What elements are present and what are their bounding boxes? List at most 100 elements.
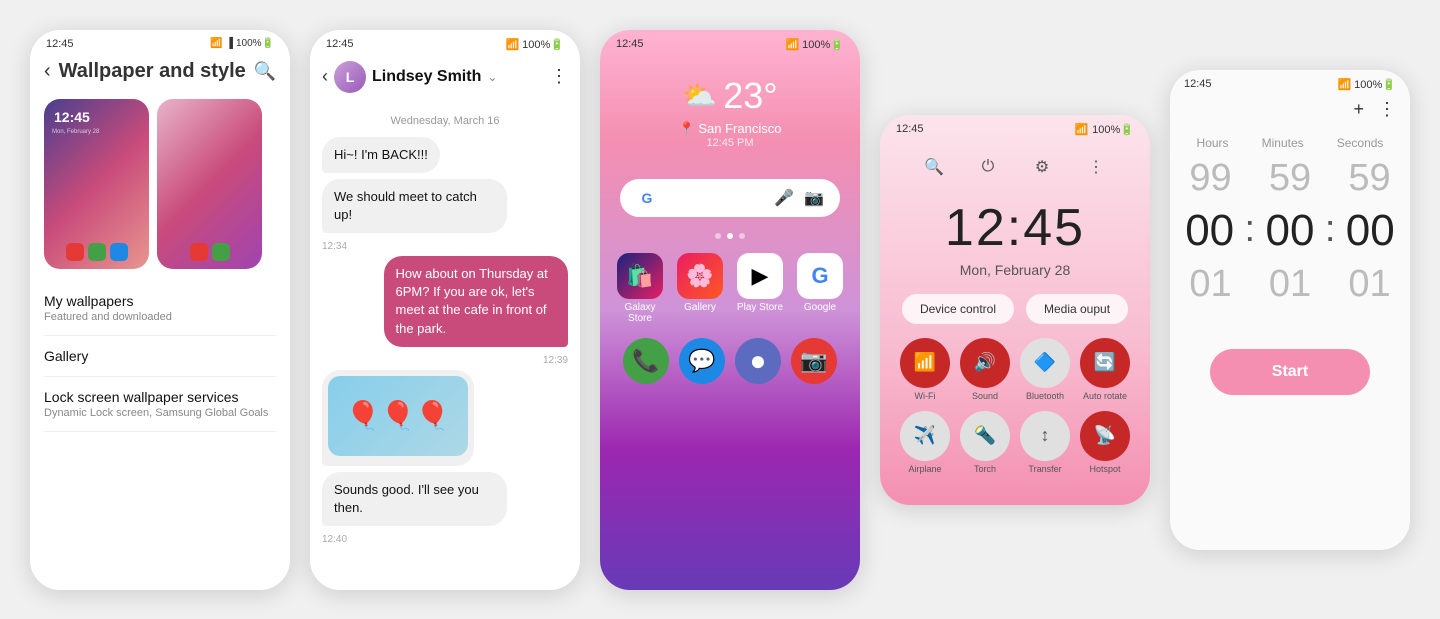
messages-screen: 12:45 📶 100%🔋 ‹ L Lindsey Smith ⌄ ⋮ Wedn…: [310, 30, 580, 590]
wifi-3-icon: 📶: [785, 38, 799, 51]
weather-city: 📍 San Francisco: [679, 121, 782, 137]
preview-icons-right: [190, 243, 230, 261]
lens-icon[interactable]: 📷: [804, 188, 824, 208]
battery-4: 100%🔋: [1092, 123, 1134, 136]
toggle-bluetooth[interactable]: 🔷 Bluetooth: [1020, 338, 1070, 401]
lock-date: Mon, February 28: [960, 262, 1071, 278]
menu-my-wallpapers[interactable]: My wallpapers Featured and downloaded: [44, 281, 276, 336]
wifi-4-icon: 📶: [1074, 123, 1088, 136]
quick-power-icon[interactable]: ⏻: [973, 152, 1003, 182]
search-icon[interactable]: 🔍: [254, 61, 276, 82]
timer-current-row: 00 : 00 : 00: [1170, 203, 1410, 259]
menu-gallery[interactable]: Gallery: [44, 336, 276, 377]
app-galaxy-store[interactable]: 🛍️ Galaxy Store: [615, 253, 665, 324]
back-arrow-icon[interactable]: ‹: [44, 60, 51, 83]
timer-bottom-row: 01 01 01: [1170, 260, 1410, 310]
home-bg: 12:45 📶 100%🔋 ⛅ 23° 📍 San Francisco 12:4…: [600, 30, 860, 590]
quick-more-icon[interactable]: ⋮: [1081, 152, 1111, 182]
app-dot-green: [88, 243, 106, 261]
wallpaper-style-screen: 12:45 📶 ▐ 100%🔋 ‹ Wallpaper and style 🔍 …: [30, 30, 290, 590]
google-icon: G: [797, 253, 843, 299]
battery-5: 100%🔋: [1354, 78, 1396, 91]
msg-1-bubble: Hi~! I'm BACK!!!: [322, 137, 440, 173]
msg-3-time: 12:39: [322, 355, 568, 366]
minutes-top: 59: [1269, 158, 1311, 200]
status-icons-3: 📶 100%🔋: [785, 38, 844, 51]
toggle-torch[interactable]: 🔦 Torch: [960, 411, 1010, 474]
minutes-current: 00: [1265, 207, 1314, 255]
google-label: Google: [804, 302, 836, 313]
more-icon-5[interactable]: ⋮: [1378, 99, 1396, 120]
my-wallpapers-sub: Featured and downloaded: [44, 311, 276, 323]
contact-avatar: L: [334, 61, 366, 93]
home-screen: 12:45 📶 100%🔋 ⛅ 23° 📍 San Francisco 12:4…: [600, 30, 860, 590]
quick-toggles-row1: 📶 Wi-Fi 🔊 Sound 🔷 Bluetooth 🔄 Auto rotat…: [900, 338, 1130, 401]
app-google[interactable]: G Google: [795, 253, 845, 324]
google-search-bar[interactable]: G 🎤 📷: [620, 179, 840, 217]
app-dot-red: [66, 243, 84, 261]
msg-5-row: Sounds good. I'll see you then. 12:40: [322, 472, 568, 549]
time-1: 12:45: [46, 38, 74, 50]
app-grid: 🛍️ Galaxy Store 🌸 Gallery ▶ Play Store G…: [615, 253, 845, 324]
menu-items: My wallpapers Featured and downloaded Ga…: [30, 281, 290, 432]
microphone-icon[interactable]: 🎤: [774, 188, 794, 208]
camera-dock-icon[interactable]: 📷: [791, 338, 837, 384]
msg-4-image: 🎈🎈🎈: [322, 370, 474, 466]
minutes-header: Minutes: [1262, 136, 1304, 150]
toggle-hotspot[interactable]: 📡 Hotspot: [1080, 411, 1130, 474]
hotspot-toggle-btn: 📡: [1080, 411, 1130, 461]
quick-action-icons: 🔍 ⏻ ⚙ ⋮: [919, 140, 1111, 190]
msg-4-row: 🎈🎈🎈: [322, 370, 568, 472]
status-bar-2: 12:45 📶 100%🔋: [310, 30, 580, 55]
msg-5-bubble: Sounds good. I'll see you then.: [322, 472, 507, 526]
weather-temp: 23°: [723, 75, 777, 117]
toggle-transfer[interactable]: ↕ Transfer: [1020, 411, 1070, 474]
start-button[interactable]: Start: [1210, 349, 1370, 395]
topbar-1: ‹ Wallpaper and style 🔍: [30, 54, 290, 93]
lock-time: 12:45: [945, 198, 1085, 258]
app-play-store[interactable]: ▶ Play Store: [735, 253, 785, 324]
device-control-btn[interactable]: Device control: [902, 294, 1014, 324]
seconds-bottom: 01: [1348, 264, 1390, 306]
app-dot-r2: [190, 243, 208, 261]
bottom-dock: 📞 💬 ● 📷: [623, 338, 837, 384]
status-bar-5: 12:45 📶 100%🔋: [1170, 70, 1410, 95]
toggle-auto-rotate[interactable]: 🔄 Auto rotate: [1080, 338, 1130, 401]
galaxy-store-label: Galaxy Store: [615, 302, 665, 324]
status-bar-3: 12:45 📶 100%🔋: [600, 30, 860, 55]
app-dot-g2: [212, 243, 230, 261]
hours-top: 99: [1189, 158, 1231, 200]
quick-settings-icon[interactable]: ⚙: [1027, 152, 1057, 182]
hotspot-label: Hotspot: [1089, 464, 1120, 474]
torch-toggle-btn: 🔦: [960, 411, 1010, 461]
hours-current: 00: [1185, 207, 1234, 255]
back-title: ‹ Wallpaper and style: [44, 60, 246, 83]
toggle-sound[interactable]: 🔊 Sound: [960, 338, 1010, 401]
menu-lock-screen[interactable]: Lock screen wallpaper services Dynamic L…: [44, 377, 276, 432]
msg-2-bubble: We should meet to catch up!: [322, 179, 507, 233]
quick-search-icon[interactable]: 🔍: [919, 152, 949, 182]
toggle-airplane[interactable]: ✈️ Airplane: [900, 411, 950, 474]
plus-icon[interactable]: +: [1353, 99, 1364, 120]
msg-5-time: 12:40: [322, 534, 568, 545]
phone-dock-icon[interactable]: 📞: [623, 338, 669, 384]
msg-3-row: How about on Thursday at 6PM? If you are…: [322, 256, 568, 370]
circle-dock-icon[interactable]: ●: [735, 338, 781, 384]
back-arrow-2-icon[interactable]: ‹: [322, 66, 328, 87]
media-output-btn[interactable]: Media ouput: [1026, 294, 1128, 324]
airplane-toggle-btn: ✈️: [900, 411, 950, 461]
wallpaper-preview-left[interactable]: 12:45 Mon, February 28: [44, 99, 149, 269]
app-gallery[interactable]: 🌸 Gallery: [675, 253, 725, 324]
chat-area: Wednesday, March 16 Hi~! I'm BACK!!! We …: [310, 103, 580, 556]
google-g-icon: G: [636, 187, 658, 209]
balloon-emoji: 🎈🎈🎈: [346, 396, 451, 435]
seconds-header: Seconds: [1337, 136, 1384, 150]
topbar-2: ‹ L Lindsey Smith ⌄ ⋮: [310, 55, 580, 103]
lock-screen-sub: Dynamic Lock screen, Samsung Global Goal…: [44, 407, 276, 419]
toggle-wifi[interactable]: 📶 Wi-Fi: [900, 338, 950, 401]
more-options-icon[interactable]: ⋮: [550, 66, 568, 87]
messages-dock-icon[interactable]: 💬: [679, 338, 725, 384]
my-wallpapers-label: My wallpapers: [44, 293, 276, 309]
preview-date-left: Mon, February 28: [52, 129, 99, 135]
wallpaper-preview-right[interactable]: [157, 99, 262, 269]
